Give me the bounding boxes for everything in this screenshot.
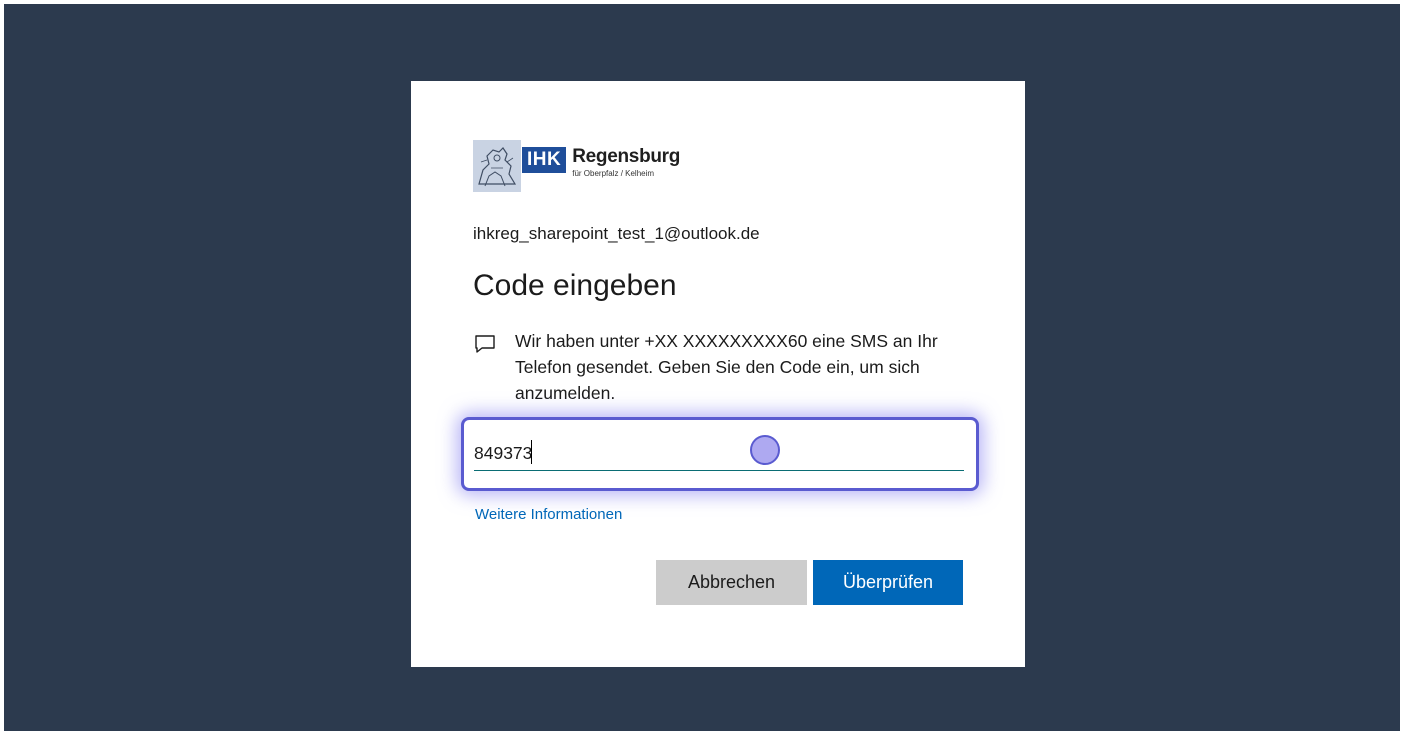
logo-text: Regensburg für Oberpfalz / Kelheim [572, 145, 680, 179]
sms-info-text: Wir haben unter +XX XXXXXXXXX60 eine SMS… [515, 331, 938, 403]
text-caret [531, 440, 532, 464]
account-email: ihkreg_sharepoint_test_1@outlook.de [473, 224, 760, 243]
code-input[interactable] [474, 436, 964, 471]
sign-in-card: IHK Regensburg für Oberpfalz / Kelheim i… [411, 81, 1025, 667]
logo-emblem-icon [473, 140, 521, 192]
code-field-focus-ring [461, 417, 979, 491]
cancel-button[interactable]: Abbrechen [656, 560, 807, 605]
verify-button[interactable]: Überprüfen [813, 560, 963, 605]
logo-subtitle: für Oberpfalz / Kelheim [572, 169, 655, 178]
logo-title: Regensburg [572, 146, 681, 167]
pointer-cursor-indicator [750, 435, 780, 465]
page-title: Code eingeben [473, 269, 677, 302]
sms-info-message: Wir haben unter +XX XXXXXXXXX60 eine SMS… [473, 328, 973, 406]
more-info-link[interactable]: Weitere Informationen [475, 506, 622, 523]
logo-badge: IHK [522, 147, 567, 173]
ihk-logo: IHK Regensburg für Oberpfalz / Kelheim [473, 139, 680, 193]
chat-bubble-icon [473, 332, 497, 356]
